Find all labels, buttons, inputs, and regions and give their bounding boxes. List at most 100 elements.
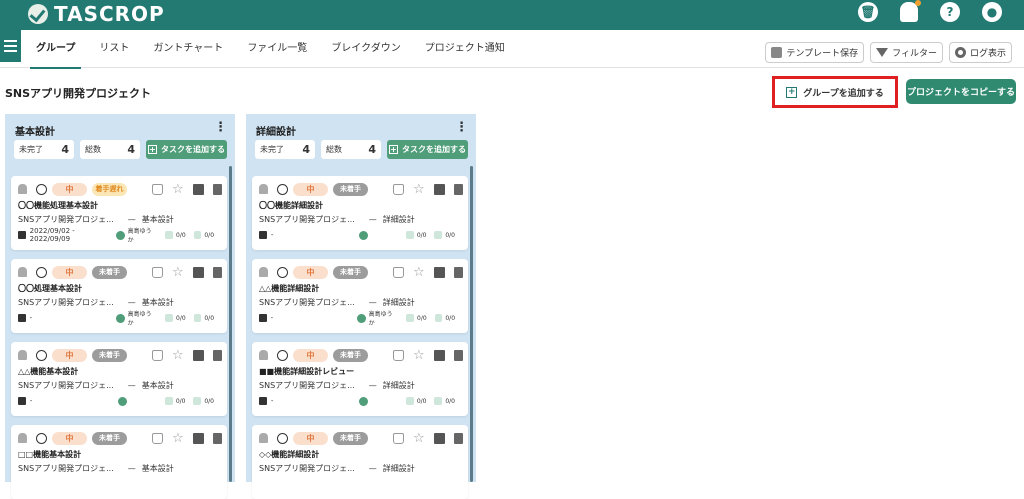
task-card[interactable]: 中着手遅れ ☆ 〇〇機能処理基本設計 SNSアプリ開発プロジェ... — 基本設計 2022…	[11, 176, 227, 250]
clip-icon[interactable]	[454, 432, 463, 444]
clip-icon[interactable]	[454, 183, 463, 195]
copy-icon[interactable]	[434, 266, 445, 278]
like-icon[interactable]	[152, 266, 163, 278]
copy-icon[interactable]	[193, 432, 204, 444]
task-card[interactable]: 中未着手 ☆ 〇〇機能詳細設計 SNSアプリ開発プロジェ... — 詳細設計 - 0/0 0/0	[252, 176, 468, 250]
task-name[interactable]: △△機能基本設計	[18, 366, 78, 377]
app-logo[interactable]: TASCROP	[28, 0, 165, 28]
group-title: 詳細設計	[256, 127, 296, 138]
group-title: 基本設計	[15, 127, 55, 138]
bell-icon[interactable]	[259, 184, 268, 194]
complete-circle-icon[interactable]	[277, 183, 288, 195]
bell-icon[interactable]	[259, 267, 268, 277]
scrollbar[interactable]	[470, 166, 473, 482]
bell-icon[interactable]	[18, 184, 27, 194]
complete-circle-icon[interactable]	[36, 266, 47, 278]
task-card[interactable]: 中未着手 ☆ 〇〇処理基本設計 SNSアプリ開発プロジェ... — 基本設計 - 高島ゆうか 0…	[11, 259, 227, 333]
task-name[interactable]: ◇◇機能詳細設計	[259, 449, 319, 460]
complete-circle-icon[interactable]	[277, 266, 288, 278]
star-icon[interactable]: ☆	[172, 432, 184, 445]
task-name[interactable]: □□機能基本設計	[18, 449, 81, 460]
complete-circle-icon[interactable]	[36, 183, 47, 195]
star-icon[interactable]: ☆	[172, 266, 184, 279]
plus-icon: +	[389, 145, 398, 154]
clip-icon[interactable]	[213, 183, 222, 195]
trash-icon[interactable]: 🗑	[858, 2, 878, 22]
bell-icon[interactable]	[259, 350, 268, 360]
star-icon[interactable]: ☆	[413, 183, 425, 196]
task-card[interactable]: 中未着手 ☆ △△機能基本設計 SNSアプリ開発プロジェ... — 基本設計 - 0/0 0/0	[11, 342, 227, 416]
tab-project-notify[interactable]: プロジェクト通知	[425, 30, 505, 68]
subtask-count: 0/0	[416, 397, 427, 405]
clip-icon[interactable]	[454, 266, 463, 278]
complete-circle-icon[interactable]	[277, 432, 288, 444]
priority-badge: 中	[293, 182, 328, 196]
template-save-button[interactable]: テンプレート保存	[765, 42, 865, 63]
like-icon[interactable]	[393, 266, 404, 278]
task-name[interactable]: △△機能詳細設計	[259, 283, 319, 294]
clip-icon[interactable]	[454, 349, 463, 361]
complete-circle-icon[interactable]	[36, 432, 47, 444]
plus-icon: +	[148, 145, 157, 154]
tab-list[interactable]: リスト	[99, 30, 129, 68]
complete-circle-icon[interactable]	[36, 349, 47, 361]
like-icon[interactable]	[152, 183, 163, 195]
copy-icon[interactable]	[434, 183, 445, 195]
clip-icon[interactable]	[213, 432, 222, 444]
task-dates: -	[29, 314, 33, 322]
tab-gantt[interactable]: ガントチャート	[153, 30, 223, 68]
task-name[interactable]: 〇〇処理基本設計	[18, 283, 82, 294]
star-icon[interactable]: ☆	[413, 432, 425, 445]
copy-icon[interactable]	[193, 183, 204, 195]
log-button[interactable]: ログ表示	[948, 42, 1012, 63]
like-icon[interactable]	[152, 349, 163, 361]
user-icon[interactable]: ●	[982, 2, 1002, 22]
subtask-count: 0/0	[176, 231, 186, 239]
task-card[interactable]: 中未着手 ☆ ■■機能詳細設計レビュー SNSアプリ開発プロジェ... — 詳細設計 - 0/…	[252, 342, 468, 416]
help-icon[interactable]: ?	[940, 2, 960, 22]
template-icon	[771, 47, 783, 58]
copy-icon[interactable]	[434, 432, 445, 444]
star-icon[interactable]: ☆	[172, 183, 184, 196]
tab-breakdown[interactable]: ブレイクダウン	[331, 30, 400, 68]
bell-icon[interactable]	[18, 350, 27, 360]
bell-icon[interactable]	[18, 267, 27, 277]
like-icon[interactable]	[393, 432, 404, 444]
add-group-button[interactable]: + グループを追加する	[772, 76, 898, 108]
task-project: SNSアプリ開発プロジェ... — 基本設計	[18, 464, 174, 473]
like-icon[interactable]	[393, 183, 404, 195]
task-name[interactable]: 〇〇機能処理基本設計	[18, 200, 98, 211]
tab-group[interactable]: グループ	[29, 30, 82, 69]
tab-files[interactable]: ファイル一覧	[247, 30, 307, 68]
like-icon[interactable]	[152, 432, 163, 444]
task-card[interactable]: 中未着手 ☆ △△機能詳細設計 SNSアプリ開発プロジェ... — 詳細設計 - 高島ゆうか 0…	[252, 259, 468, 333]
complete-circle-icon[interactable]	[277, 349, 288, 361]
bell-icon[interactable]	[18, 433, 27, 443]
copy-icon[interactable]	[193, 266, 204, 278]
star-icon[interactable]: ☆	[413, 266, 425, 279]
priority-badge: 中	[293, 431, 328, 445]
clip-icon[interactable]	[213, 266, 222, 278]
task-card[interactable]: 中未着手 ☆ ◇◇機能詳細設計 SNSアプリ開発プロジェ... — 詳細設計	[252, 425, 468, 499]
star-icon[interactable]: ☆	[413, 349, 425, 362]
star-icon[interactable]: ☆	[172, 349, 184, 362]
project-title: SNSアプリ開発プロジェクト	[5, 87, 152, 100]
clip-icon[interactable]	[213, 349, 222, 361]
bell-icon[interactable]	[900, 0, 921, 22]
add-task-button[interactable]: + タスクを追加する	[387, 140, 468, 159]
add-task-button[interactable]: + タスクを追加する	[146, 140, 227, 159]
hamburger-menu-icon[interactable]	[0, 30, 21, 62]
filter-button[interactable]: フィルター	[870, 42, 943, 63]
checklist-count: 0/0	[445, 397, 455, 405]
copy-icon[interactable]	[434, 349, 445, 361]
bell-icon[interactable]	[259, 433, 268, 443]
kebab-menu-icon[interactable]: ⋮	[214, 121, 227, 134]
task-name[interactable]: 〇〇機能詳細設計	[259, 200, 323, 211]
task-card[interactable]: 中未着手 ☆ □□機能基本設計 SNSアプリ開発プロジェ... — 基本設計	[11, 425, 227, 499]
task-name[interactable]: ■■機能詳細設計レビュー	[259, 366, 354, 377]
like-icon[interactable]	[393, 349, 404, 361]
copy-icon[interactable]	[193, 349, 204, 361]
copy-project-button[interactable]: プロジェクトをコピーする	[906, 79, 1016, 104]
kebab-menu-icon[interactable]: ⋮	[455, 121, 468, 134]
scrollbar[interactable]	[229, 166, 232, 482]
